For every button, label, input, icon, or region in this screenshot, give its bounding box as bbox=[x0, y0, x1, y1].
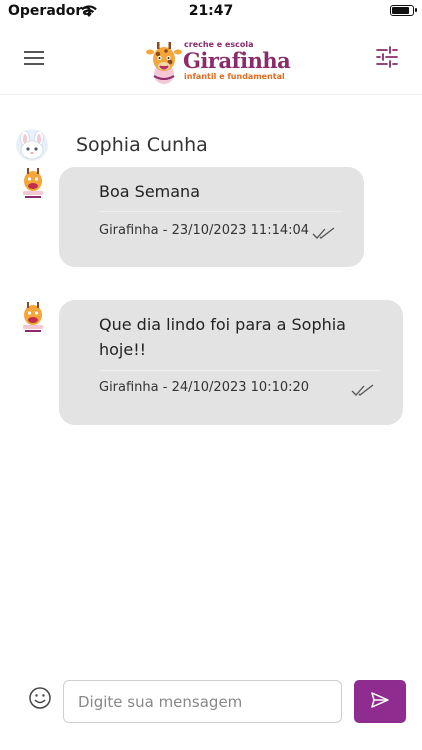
send-button[interactable] bbox=[354, 680, 406, 723]
message-divider bbox=[99, 211, 342, 212]
sliders-filter-icon[interactable] bbox=[374, 44, 400, 70]
message-meta: Girafinha - 24/10/2023 10:10:20 bbox=[99, 380, 310, 395]
sender-avatar-icon bbox=[18, 167, 48, 201]
logo-sub-text: infantil e fundamental bbox=[184, 72, 285, 81]
message-bubble[interactable]: Boa Semana Girafinha - 23/10/2023 11:14:… bbox=[59, 167, 364, 267]
send-arrow-icon bbox=[371, 692, 389, 708]
status-bar: Operadora 21:47 bbox=[0, 0, 422, 26]
message-text: Que dia lindo foi para a Sophia hoje!! bbox=[99, 315, 346, 359]
app-header: creche e escola Girafinha infantil e fun… bbox=[0, 26, 422, 95]
battery-level bbox=[392, 7, 410, 14]
double-check-icon bbox=[351, 384, 374, 396]
message-meta: Girafinha - 23/10/2023 11:14:04 bbox=[99, 223, 310, 238]
contact-name: Sophia Cunha bbox=[76, 134, 208, 156]
message-composer bbox=[0, 670, 422, 750]
message-divider bbox=[99, 370, 381, 371]
giraffe-logo-icon bbox=[146, 42, 182, 84]
logo-name: Girafinha bbox=[183, 48, 291, 73]
message-bubble[interactable]: Que dia lindo foi para a Sophia hoje!! G… bbox=[59, 300, 403, 425]
sender-avatar-icon bbox=[18, 301, 48, 335]
double-check-icon bbox=[312, 227, 335, 239]
school-logo: creche e escola Girafinha infantil e fun… bbox=[146, 40, 291, 84]
hamburger-menu-icon[interactable] bbox=[24, 48, 48, 68]
smiley-icon[interactable] bbox=[28, 686, 52, 710]
message-text: Boa Semana bbox=[99, 182, 200, 201]
message-input[interactable] bbox=[63, 680, 342, 723]
status-time: 21:47 bbox=[188, 3, 234, 19]
bunny-avatar-icon bbox=[16, 129, 48, 161]
battery-icon bbox=[390, 5, 417, 16]
chat-area[interactable]: Sophia Cunha Boa Semana Girafinha - 23/1… bbox=[0, 95, 422, 665]
